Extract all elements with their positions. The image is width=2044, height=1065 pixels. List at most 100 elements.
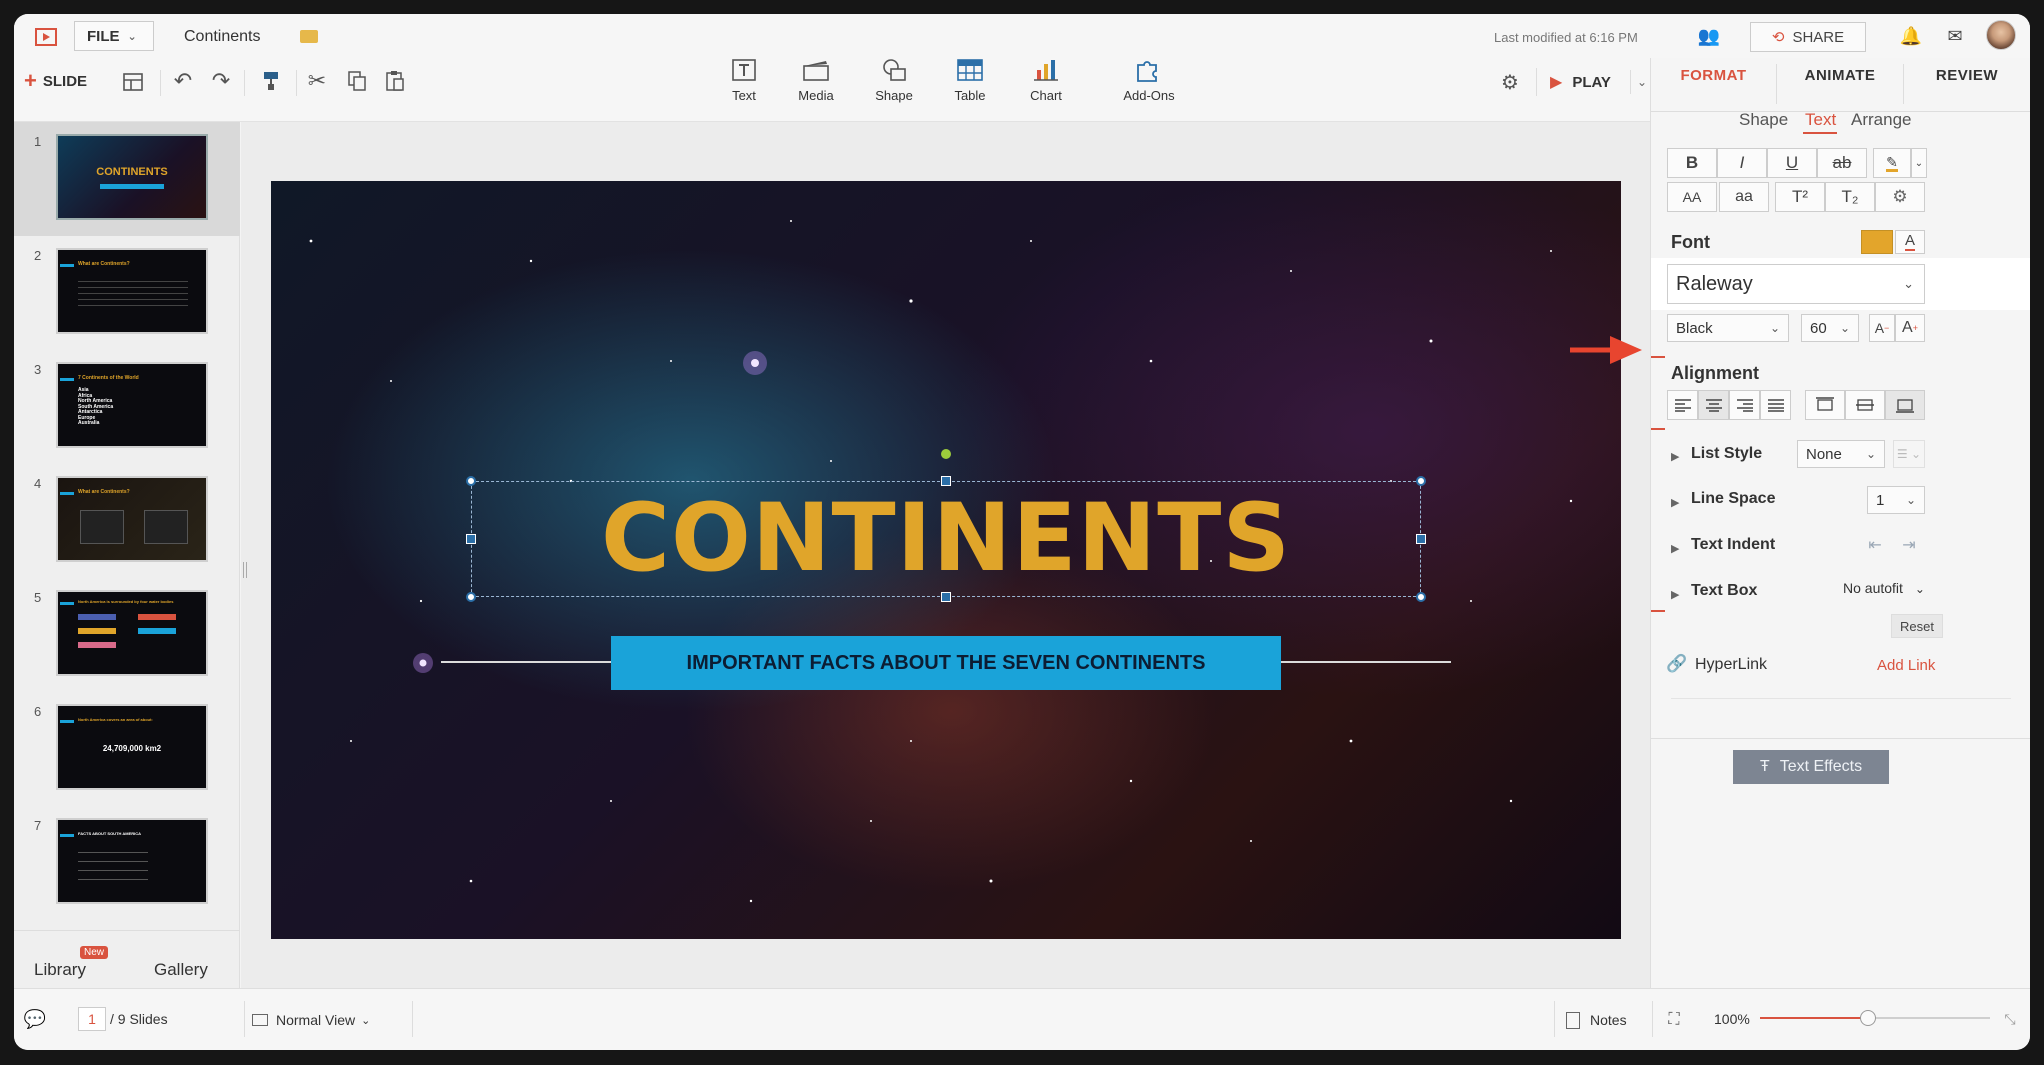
slide-thumbnail[interactable]: What are Continents?	[56, 476, 208, 562]
insert-addons-label[interactable]: Add-Ons	[1118, 88, 1180, 103]
add-slide-button[interactable]: + SLIDE	[24, 68, 104, 94]
file-menu[interactable]: FILE ⌄	[74, 21, 154, 51]
underline-button[interactable]: U	[1767, 148, 1817, 178]
notes-button[interactable]: Notes	[1566, 1007, 1646, 1033]
mail-icon[interactable]: ✉	[1940, 22, 1970, 50]
thumbnail-resize-handle[interactable]	[243, 562, 247, 578]
slide-thumbnail[interactable]: North America is surrounded by four wate…	[56, 590, 208, 676]
copy-icon[interactable]	[344, 68, 370, 94]
cut-icon[interactable]: ✂	[304, 68, 330, 94]
tab-format[interactable]: FORMAT	[1651, 58, 1776, 112]
valign-bottom-icon[interactable]	[1885, 390, 1925, 420]
settings-gear-icon[interactable]: ⚙	[1496, 68, 1524, 96]
text-box-expand-icon[interactable]: ▶	[1671, 588, 1679, 601]
subtab-arrange[interactable]: Arrange	[1851, 110, 1911, 130]
font-color-button[interactable]: A	[1895, 230, 1925, 254]
list-style-dropdown[interactable]: None ⌄	[1797, 440, 1885, 468]
chat-icon[interactable]: 💬	[20, 1005, 50, 1033]
increase-font-size-button[interactable]: A +	[1895, 314, 1925, 342]
highlight-color-button[interactable]: ✎	[1873, 148, 1911, 178]
increase-indent-icon[interactable]: ⇥	[1895, 532, 1923, 558]
document-title[interactable]: Continents	[184, 28, 261, 46]
lowercase-button[interactable]: aa	[1719, 182, 1769, 212]
format-painter-icon[interactable]	[258, 68, 284, 94]
italic-button[interactable]: I	[1717, 148, 1767, 178]
fit-slide-icon[interactable]: ⛶	[1660, 1007, 1688, 1033]
font-family-dropdown[interactable]: Raleway ⌄	[1667, 264, 1925, 304]
slide-title[interactable]: CONTINENTS	[471, 481, 1421, 597]
zoom-slider-thumb[interactable]	[1860, 1010, 1877, 1026]
thumbnail-row-4[interactable]: 4 What are Continents?	[14, 464, 240, 578]
insert-table-label[interactable]: Table	[940, 88, 1000, 103]
thumbnail-row-2[interactable]: 2 What are Continents?	[14, 236, 240, 350]
align-justify-icon[interactable]	[1760, 390, 1791, 420]
subtab-shape[interactable]: Shape	[1739, 110, 1788, 130]
folder-icon[interactable]	[300, 30, 318, 43]
library-tab[interactable]: Library New	[34, 946, 134, 984]
font-weight-dropdown[interactable]: Black ⌄	[1667, 314, 1789, 342]
current-slide-input[interactable]: 1	[78, 1007, 106, 1031]
decrease-indent-icon[interactable]: ⇤	[1861, 532, 1889, 558]
text-effects-button[interactable]: Ŧ Text Effects	[1733, 750, 1889, 784]
valign-top-icon[interactable]	[1805, 390, 1845, 420]
bold-button[interactable]: B	[1667, 148, 1717, 178]
decrease-font-size-button[interactable]: A −	[1869, 314, 1895, 342]
slide-thumbnail[interactable]: What are Continents?	[56, 248, 208, 334]
valign-middle-icon[interactable]	[1845, 390, 1885, 420]
insert-table-icon[interactable]	[952, 56, 988, 84]
line-space-dropdown[interactable]: 1 ⌄	[1867, 486, 1925, 514]
slide-thumbnail[interactable]: North America covers an area of about: 2…	[56, 704, 208, 790]
layout-icon[interactable]	[120, 70, 146, 94]
play-button[interactable]: ▶ PLAY	[1550, 68, 1630, 96]
tab-review[interactable]: REVIEW	[1904, 58, 2030, 112]
insert-media-label[interactable]: Media	[786, 88, 846, 103]
slide-thumbnail[interactable]: FACTS ABOUT SOUTH AMERICA	[56, 818, 208, 904]
puzzle-icon[interactable]	[1130, 56, 1166, 84]
gallery-tab[interactable]: Gallery	[154, 960, 208, 980]
uppercase-button[interactable]: AA	[1667, 182, 1717, 212]
slide-canvas[interactable]: CONTINENTS IMPORTANT FACTS ABOUT THE SEV…	[271, 181, 1621, 939]
rotation-handle[interactable]	[941, 449, 951, 459]
view-mode-dropdown[interactable]: Normal View ⌄	[252, 1007, 402, 1033]
font-size-dropdown[interactable]: 60 ⌄	[1801, 314, 1859, 342]
tab-animate[interactable]: ANIMATE	[1777, 58, 1903, 112]
strikethrough-button[interactable]: ab	[1817, 148, 1867, 178]
autofit-dropdown[interactable]: No autofit ⌄	[1843, 580, 1927, 604]
align-center-icon[interactable]	[1698, 390, 1729, 420]
align-right-icon[interactable]	[1729, 390, 1760, 420]
app-logo-icon[interactable]	[28, 22, 64, 52]
collaborators-icon[interactable]: 👥	[1692, 22, 1726, 50]
paste-icon[interactable]	[382, 68, 408, 94]
insert-text-icon[interactable]	[726, 56, 762, 84]
insert-media-icon[interactable]	[798, 56, 834, 84]
subtab-text[interactable]: Text	[1805, 110, 1836, 130]
zoom-slider[interactable]	[1760, 1010, 1990, 1026]
slide-thumbnail[interactable]: 7 Continents of the World Asia Africa No…	[56, 362, 208, 448]
insert-shape-label[interactable]: Shape	[864, 88, 924, 103]
line-space-expand-icon[interactable]: ▶	[1671, 496, 1679, 509]
subscript-button[interactable]: T₂	[1825, 182, 1875, 212]
redo-icon[interactable]: ↷	[208, 68, 234, 94]
share-button[interactable]: ⟲ SHARE	[1750, 22, 1866, 52]
thumbnail-row-6[interactable]: 6 North America covers an area of about:…	[14, 692, 240, 806]
play-options-chevron-icon[interactable]: ⌄	[1630, 70, 1648, 94]
fullscreen-icon[interactable]: ⤡	[1998, 1007, 2022, 1031]
bell-icon[interactable]: 🔔	[1896, 22, 1926, 50]
thumbnail-row-5[interactable]: 5 North America is surrounded by four wa…	[14, 578, 240, 692]
insert-text-label[interactable]: Text	[714, 88, 774, 103]
font-color-fill-button[interactable]	[1861, 230, 1893, 254]
text-indent-expand-icon[interactable]: ▶	[1671, 542, 1679, 555]
thumbnail-row-7[interactable]: 7 FACTS ABOUT SOUTH AMERICA	[14, 806, 240, 920]
highlight-dropdown[interactable]: ⌄	[1911, 148, 1927, 178]
add-link-button[interactable]: Add Link	[1877, 657, 1935, 674]
reset-button[interactable]: Reset	[1891, 614, 1943, 638]
list-style-expand-icon[interactable]: ▶	[1671, 450, 1679, 463]
text-settings-gear-icon[interactable]: ⚙	[1875, 182, 1925, 212]
insert-chart-label[interactable]: Chart	[1016, 88, 1076, 103]
slide-thumbnail[interactable]: CONTINENTS	[56, 134, 208, 220]
thumbnail-row-1[interactable]: 1 CONTINENTS	[14, 122, 240, 236]
insert-chart-icon[interactable]	[1028, 56, 1064, 84]
slide-subtitle[interactable]: IMPORTANT FACTS ABOUT THE SEVEN CONTINEN…	[611, 636, 1281, 690]
undo-icon[interactable]: ↶	[170, 68, 196, 94]
avatar[interactable]	[1986, 20, 2016, 50]
